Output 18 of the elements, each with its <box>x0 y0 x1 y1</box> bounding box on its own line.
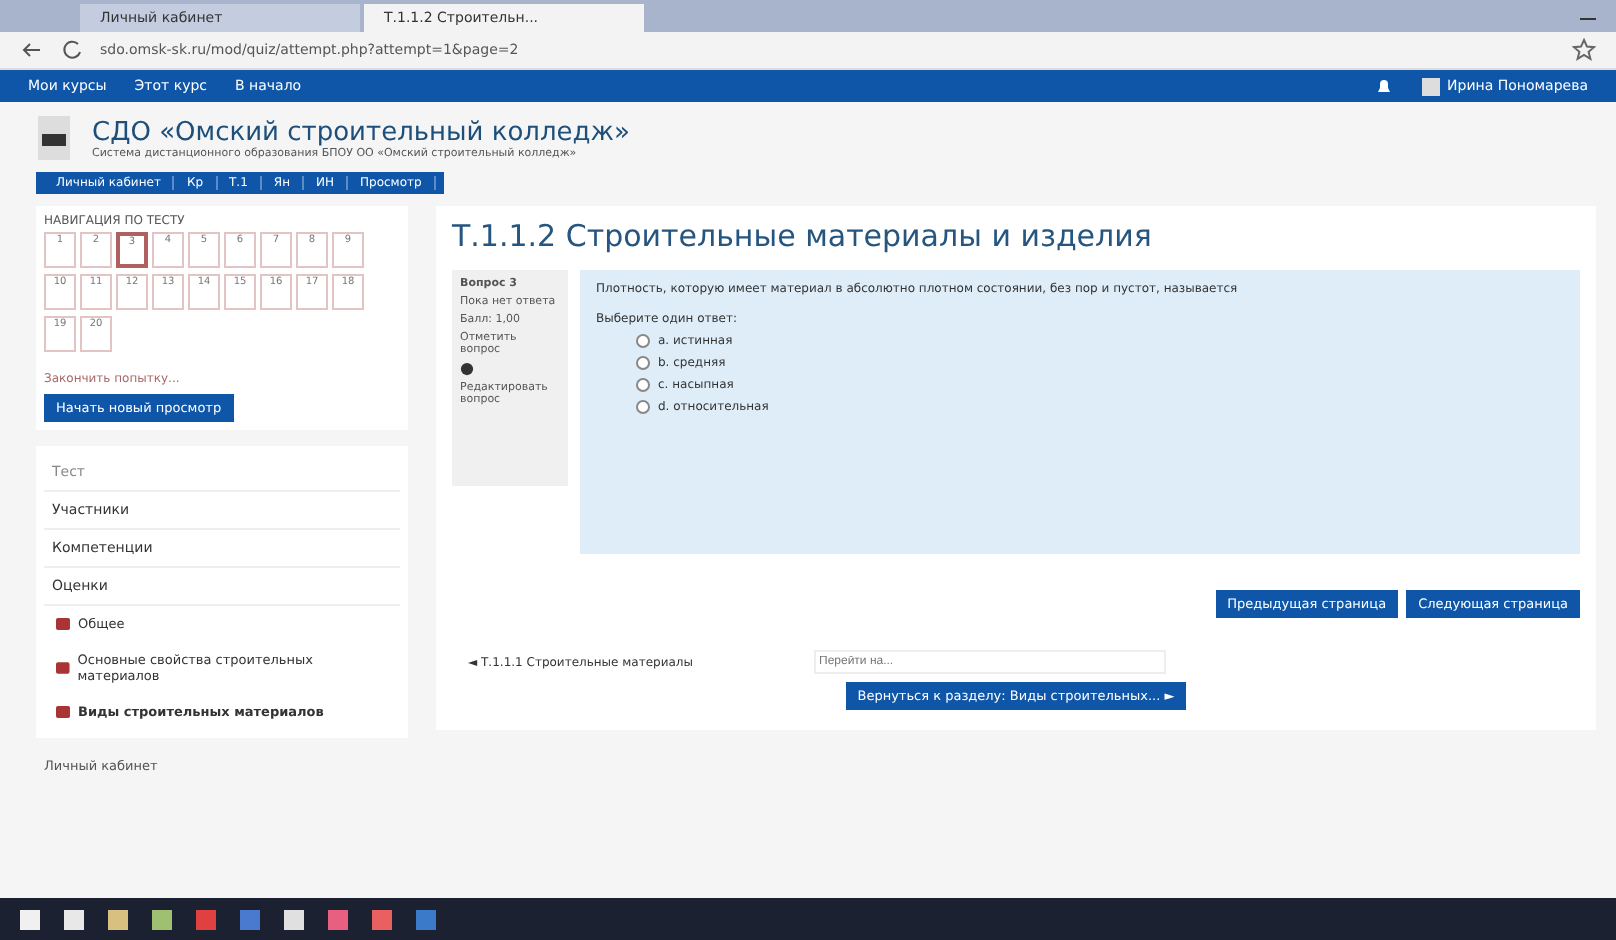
app-icon[interactable] <box>20 909 40 929</box>
app-icon[interactable] <box>152 909 172 929</box>
refresh-icon[interactable] <box>60 38 84 62</box>
app-icon[interactable] <box>284 909 304 929</box>
radio-button[interactable] <box>636 356 650 370</box>
star-icon[interactable] <box>1572 38 1596 62</box>
app-icon[interactable] <box>108 909 128 929</box>
avatar-icon <box>1421 77 1440 95</box>
page-title: Т.1.1.2 Строительные материалы и изделия <box>452 218 1154 254</box>
minimize-icon[interactable] <box>1580 18 1596 22</box>
bell-icon[interactable] <box>1373 76 1394 96</box>
radio-button[interactable] <box>636 378 650 392</box>
radio-button[interactable] <box>636 334 650 348</box>
radio-button[interactable] <box>636 400 650 414</box>
site-title: СДО «Омский строительный колледж» <box>92 117 630 147</box>
back-icon[interactable] <box>20 38 44 62</box>
logo-icon <box>36 114 72 162</box>
app-icon[interactable] <box>64 909 84 929</box>
